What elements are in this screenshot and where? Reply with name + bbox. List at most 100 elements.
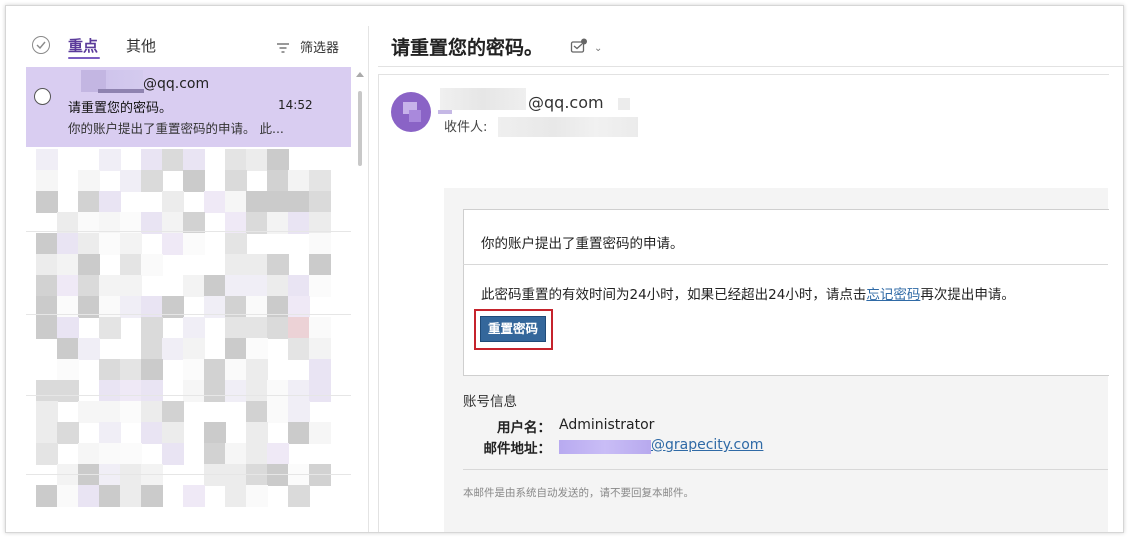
redacted-pixel bbox=[225, 233, 247, 255]
redacted-pixel bbox=[288, 275, 310, 297]
tab-other[interactable]: 其他 bbox=[126, 35, 156, 56]
redacted-pixel bbox=[120, 275, 142, 297]
tab-active-indicator bbox=[68, 57, 100, 59]
body-line-validity: 此密码重置的有效时间为24小时，如果已经超出24小时，请点击忘记密码再次提出申请… bbox=[481, 283, 1015, 303]
redacted-pixel bbox=[162, 191, 184, 213]
redacted-pixel bbox=[225, 170, 247, 192]
redacted-pixel bbox=[225, 149, 247, 171]
redacted-pixel bbox=[141, 401, 163, 423]
email-link[interactable]: @grapecity.com bbox=[651, 437, 763, 453]
validity-text-end: 再次提出申请。 bbox=[920, 287, 1015, 303]
redacted-pixel bbox=[120, 359, 142, 381]
from-address[interactable]: @qq.com bbox=[528, 93, 604, 112]
redacted-pixel bbox=[120, 170, 142, 192]
redacted-pixel bbox=[288, 401, 310, 423]
reset-password-button[interactable]: 重置密码 bbox=[480, 316, 546, 342]
redacted-pixel bbox=[78, 401, 100, 423]
redacted-pixel bbox=[141, 149, 163, 171]
avatar bbox=[391, 92, 431, 132]
message-sender: @qq.com bbox=[143, 76, 210, 92]
redacted-pixel bbox=[246, 275, 268, 297]
redacted-pixel bbox=[246, 338, 268, 360]
scroll-up-icon[interactable] bbox=[356, 72, 364, 77]
chevron-down-icon[interactable]: ⌄ bbox=[594, 43, 602, 54]
pane-divider bbox=[368, 26, 369, 532]
scrollbar-thumb[interactable] bbox=[358, 91, 362, 166]
redacted-pixel bbox=[288, 191, 310, 213]
redacted-pixel bbox=[57, 359, 79, 381]
redacted-pixel bbox=[246, 254, 268, 276]
redacted-pixel bbox=[120, 443, 142, 465]
content-divider bbox=[463, 264, 1108, 265]
redacted-email bbox=[559, 440, 651, 454]
redacted-pixel bbox=[162, 338, 184, 360]
redacted-pixel bbox=[183, 149, 205, 171]
redacted-pixel bbox=[225, 191, 247, 213]
redacted-pixel bbox=[36, 275, 58, 297]
redacted-pixel bbox=[309, 233, 331, 255]
redacted-pixel bbox=[99, 275, 121, 297]
mark-icon[interactable] bbox=[570, 38, 588, 58]
redacted-pixel bbox=[36, 401, 58, 423]
redacted-pixel bbox=[36, 233, 58, 255]
redacted-pixel bbox=[120, 233, 142, 255]
redacted-pixel bbox=[246, 149, 268, 171]
redacted-pixel bbox=[309, 338, 331, 360]
redacted-pixel bbox=[288, 170, 310, 192]
redacted-pixel bbox=[162, 401, 184, 423]
redacted-pixel bbox=[267, 170, 289, 192]
redacted-pixel bbox=[267, 254, 289, 276]
redacted-pixel bbox=[309, 317, 331, 339]
redacted-pixel bbox=[120, 401, 142, 423]
redacted-pixel bbox=[309, 380, 331, 402]
redacted-pixel bbox=[120, 380, 142, 402]
redacted-pixel bbox=[183, 485, 205, 507]
redacted-pixel bbox=[309, 254, 331, 276]
redacted-pixel bbox=[288, 380, 310, 402]
redacted-pixel bbox=[309, 359, 331, 381]
message-select-radio[interactable] bbox=[34, 88, 51, 105]
redacted-pixel bbox=[36, 317, 58, 339]
redacted-pixel bbox=[57, 422, 79, 444]
redacted-pixel bbox=[246, 422, 268, 444]
redacted-pixel bbox=[99, 359, 121, 381]
tab-focused[interactable]: 重点 bbox=[68, 35, 98, 56]
forgot-password-link[interactable]: 忘记密码 bbox=[866, 287, 920, 303]
redacted-pixel bbox=[309, 464, 331, 486]
filter-button[interactable]: 筛选器 bbox=[300, 37, 339, 56]
redacted-pixel bbox=[267, 191, 289, 213]
redacted-pixel bbox=[246, 443, 268, 465]
redacted-pixel bbox=[225, 254, 247, 276]
redacted-pixel bbox=[204, 191, 226, 213]
redacted-pixel bbox=[309, 170, 331, 192]
redacted-pixel bbox=[225, 485, 247, 507]
redacted-pixel bbox=[267, 380, 289, 402]
select-all-icon[interactable] bbox=[32, 36, 50, 54]
filter-icon[interactable] bbox=[276, 39, 290, 58]
redacted-pixel bbox=[225, 380, 247, 402]
redacted-pixel bbox=[57, 485, 79, 507]
redacted-pixel bbox=[141, 485, 163, 507]
redacted-pixel bbox=[204, 443, 226, 465]
redacted-pixel bbox=[120, 254, 142, 276]
redacted-from-tail bbox=[618, 98, 630, 110]
redacted-pixel bbox=[57, 233, 79, 255]
redacted-pixel bbox=[141, 422, 163, 444]
redacted-pixel bbox=[183, 233, 205, 255]
redacted-pixel bbox=[246, 317, 268, 339]
redacted-pixel bbox=[162, 233, 184, 255]
redacted-pixel bbox=[162, 422, 184, 444]
email-label: 邮件地址： bbox=[483, 441, 552, 457]
redacted-pixel bbox=[57, 338, 79, 360]
redacted-pixel bbox=[99, 380, 121, 402]
redacted-pixel bbox=[183, 275, 205, 297]
redacted-from-mark bbox=[438, 110, 452, 114]
redacted-pixel bbox=[267, 149, 289, 171]
header-divider bbox=[378, 66, 1123, 67]
list-separator bbox=[26, 395, 351, 396]
redacted-recipient bbox=[498, 117, 638, 137]
redacted-pixel bbox=[204, 275, 226, 297]
redacted-pixel bbox=[204, 380, 226, 402]
redacted-pixel bbox=[78, 443, 100, 465]
redacted-pixel bbox=[36, 149, 58, 171]
